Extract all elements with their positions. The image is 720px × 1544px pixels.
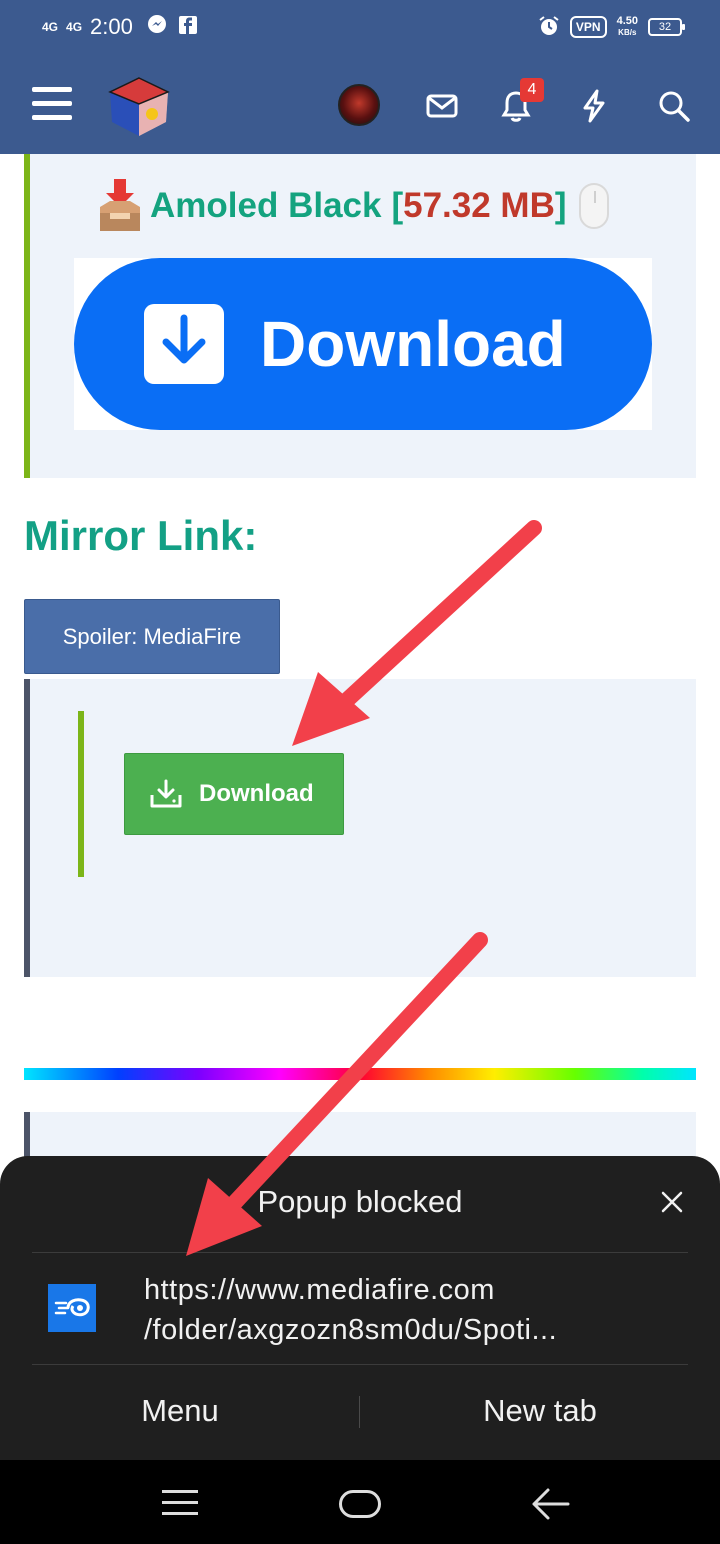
big-download-button[interactable]: Download [74, 258, 652, 430]
notification-badge: 4 [520, 78, 544, 102]
search-icon[interactable] [656, 88, 692, 124]
rainbow-divider [24, 1068, 696, 1080]
close-icon[interactable] [656, 1186, 688, 1218]
mirror-heading: Mirror Link: [24, 512, 258, 559]
signal-strength-2: 4G [66, 20, 83, 34]
home-icon[interactable] [339, 1490, 381, 1518]
mouse-icon [578, 183, 609, 229]
spoiler-button[interactable]: Spoiler: MediaFire [24, 599, 280, 674]
menu-icon[interactable] [32, 87, 72, 121]
download-inbox-icon [96, 179, 144, 233]
popup-title: Popup blocked [257, 1184, 463, 1219]
lightning-icon[interactable] [576, 88, 612, 124]
vpn-indicator: VPN [569, 16, 607, 38]
top-bar: 4G 4G 2:00 VPN 4.50 KB/s 32 4 [0, 0, 720, 154]
alarm-icon [538, 15, 560, 40]
big-download-banner[interactable]: Download [74, 258, 652, 430]
quote-bar [78, 711, 84, 877]
net-speed: 4.50 KB/s [616, 15, 638, 38]
user-avatar[interactable] [338, 84, 380, 126]
popup-divider-bottom [32, 1364, 688, 1365]
mediafire-download-label: Download [199, 780, 314, 807]
popup-new-tab-button[interactable]: New tab [360, 1386, 720, 1436]
mail-icon[interactable] [424, 88, 460, 124]
popup-menu-button[interactable]: Menu [0, 1386, 360, 1436]
popup-divider-top [32, 1252, 688, 1253]
status-bar: 4G 4G 2:00 VPN 4.50 KB/s 32 [42, 12, 685, 42]
battery-icon: 32 [648, 18, 685, 36]
facebook-icon [178, 14, 197, 40]
messenger-icon [147, 14, 167, 40]
mediafire-download-button[interactable]: Download [124, 753, 344, 835]
bracket-open: [ [391, 186, 404, 225]
file-name: Amoled Black [150, 186, 382, 225]
popup-blocked-sheet: Popup blocked https://www.mediafire.com … [0, 1156, 720, 1460]
site-logo[interactable] [106, 74, 172, 140]
blocked-url[interactable]: https://www.mediafire.com /folder/axgzoz… [144, 1270, 684, 1350]
file-title: Amoled Black [ 57.32 MB ] [96, 176, 609, 236]
status-time: 2:00 [90, 14, 133, 39]
recents-icon[interactable] [162, 1490, 198, 1516]
site-header: 4 [0, 70, 720, 140]
download-tray-icon [150, 779, 182, 808]
file-size: 57.32 MB [403, 186, 555, 225]
back-icon[interactable] [530, 1486, 570, 1522]
bracket-close: ] [554, 186, 567, 225]
mediafire-icon [48, 1284, 96, 1332]
system-navigation-bar [0, 1460, 720, 1544]
big-download-label: Download [260, 308, 566, 380]
download-arrow-icon [144, 304, 224, 384]
signal-strength-1: 4G [42, 20, 59, 34]
